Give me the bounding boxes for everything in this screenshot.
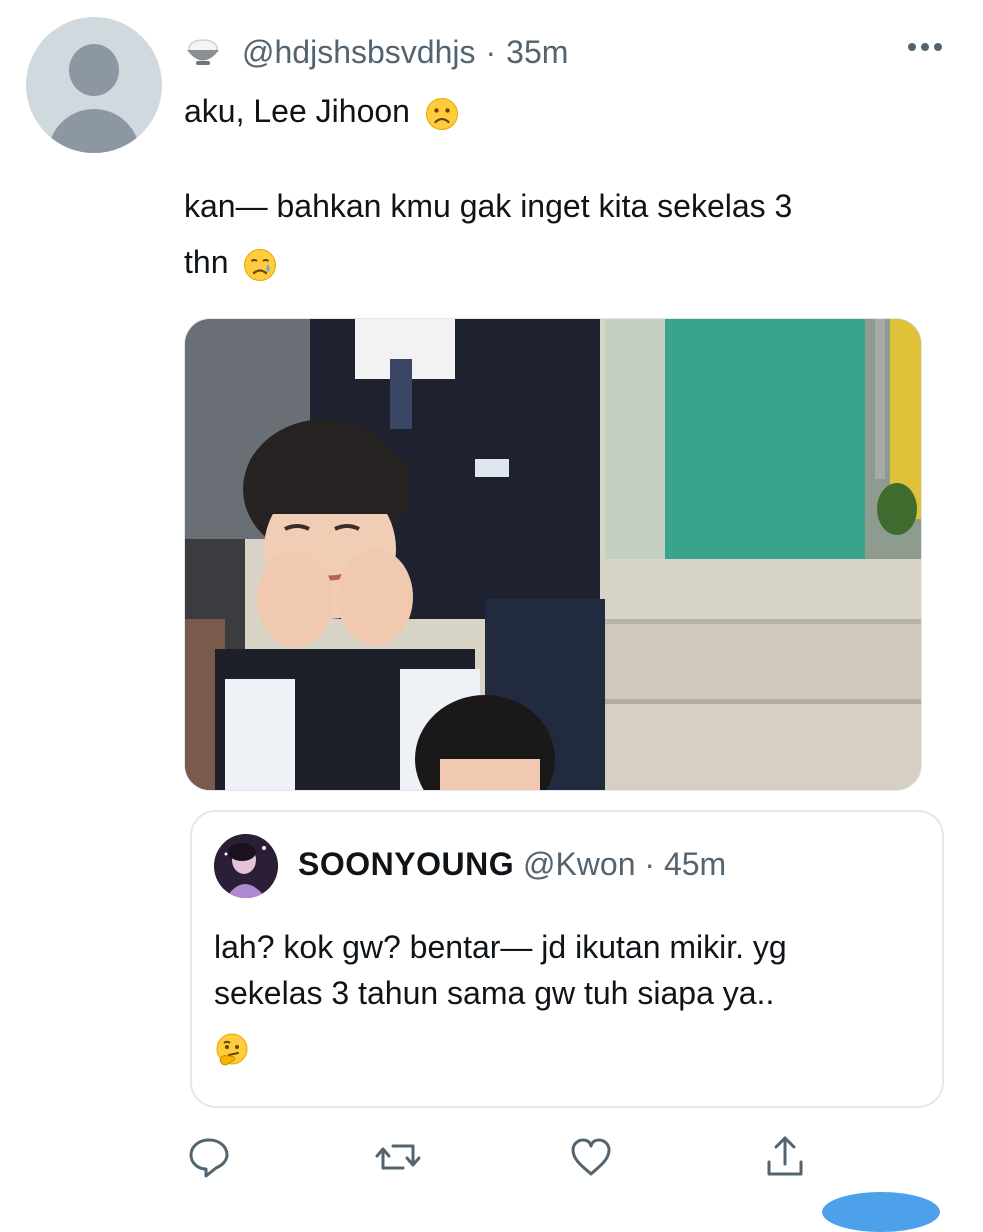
quoted-text-line-1: lah? kok gw? bentar— jd ikutan mikir. yg: [214, 929, 787, 965]
quoted-tweet[interactable]: SOONYOUNG @Kwon · 45m lah? kok gw? benta…: [190, 810, 944, 1108]
quoted-time: 45m: [663, 846, 727, 882]
quoted-author-name[interactable]: SOONYOUNG: [298, 846, 514, 882]
retweet-icon[interactable]: [373, 1132, 423, 1182]
quoted-header: SOONYOUNG @Kwon · 45m: [298, 846, 726, 883]
quoted-separator: ·: [644, 846, 656, 882]
quoted-text: lah? kok gw? bentar— jd ikutan mikir. yg…: [214, 924, 787, 1016]
tweet-text-line-1: aku, Lee Jihoon: [184, 87, 459, 135]
crying-face-emoji: [244, 248, 277, 281]
quoted-author-avatar[interactable]: [214, 834, 278, 898]
header-separator: ·: [485, 33, 497, 70]
tweet-line-1-text: aku, Lee Jihoon: [184, 93, 410, 129]
tweet-media-photo[interactable]: [184, 318, 922, 791]
avatar-head: [69, 44, 119, 96]
tweet-header: @hdjshsbsvdhjs · 35m: [184, 30, 568, 74]
avatar-shoulders: [48, 109, 140, 153]
slightly-frowning-face-emoji: [425, 97, 458, 130]
tweet-time[interactable]: 35m: [506, 34, 568, 71]
compose-button-partial[interactable]: [822, 1192, 940, 1232]
rice-bowl-icon: [187, 39, 219, 65]
tweet-text-line-3: thn: [184, 238, 277, 286]
tweet-line-3-text: thn: [184, 244, 229, 280]
thinking-face-emoji: [216, 1033, 248, 1066]
more-icon[interactable]: [904, 30, 946, 64]
quoted-author-handle[interactable]: @Kwon: [523, 846, 636, 882]
author-handle[interactable]: @hdjshsbsvdhjs: [242, 34, 475, 71]
author-avatar[interactable]: [26, 17, 162, 153]
tweet-actions: [0, 1132, 983, 1182]
photo-illustration: [185, 319, 921, 790]
like-icon[interactable]: [566, 1132, 616, 1182]
share-icon[interactable]: [760, 1132, 810, 1182]
reply-icon[interactable]: [184, 1132, 234, 1182]
tweet-text-line-2: kan— bahkan kmu gak inget kita sekelas 3: [184, 188, 793, 224]
quoted-text-line-2: sekelas 3 tahun sama gw tuh siapa ya..: [214, 975, 775, 1011]
